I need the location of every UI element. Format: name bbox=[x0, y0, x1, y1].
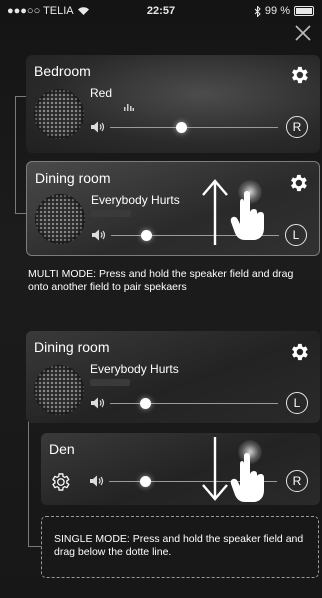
volume-slider-track[interactable] bbox=[110, 127, 278, 128]
channel-badge: R bbox=[286, 470, 308, 492]
pair-connector-bottom bbox=[15, 213, 26, 214]
room-name: Dining room bbox=[34, 339, 110, 355]
speaker-pairing-screen: ●●●○○ TELIA 22:57 99 % Bedroom Red R Din… bbox=[0, 0, 322, 598]
channel-badge: L bbox=[286, 392, 308, 414]
close-icon[interactable] bbox=[294, 24, 312, 42]
drop-zone[interactable]: SINGLE MODE: Press and hold the speaker … bbox=[41, 516, 319, 578]
speaker-grill bbox=[34, 365, 84, 415]
room-name: Bedroom bbox=[34, 63, 91, 79]
volume-slider-knob[interactable] bbox=[140, 476, 151, 487]
speaker-card-den[interactable]: Den R bbox=[41, 433, 320, 505]
hand-pointer-icon bbox=[230, 453, 264, 502]
arrow-up-icon bbox=[202, 179, 228, 245]
speaker-card-dining-room-dragging[interactable]: Dining room Everybody Hurts L bbox=[26, 161, 320, 256]
speaker-grill bbox=[34, 89, 84, 139]
battery-icon bbox=[294, 6, 314, 16]
volume-icon bbox=[91, 121, 105, 133]
speaker-card-dining-room[interactable]: Dining room Everybody Hurts L bbox=[26, 331, 320, 423]
multi-mode-instruction: MULTI MODE: Press and hold the speaker f… bbox=[28, 268, 294, 293]
single-connector-line bbox=[28, 416, 29, 546]
volume-icon bbox=[92, 229, 106, 241]
track-title: Red bbox=[90, 86, 113, 100]
channel-badge: R bbox=[286, 116, 308, 138]
single-connector-bottom bbox=[28, 546, 41, 547]
speaker-card-bedroom[interactable]: Bedroom Red R bbox=[26, 55, 320, 153]
gear-icon[interactable] bbox=[288, 64, 310, 86]
gear-icon[interactable] bbox=[287, 172, 309, 194]
room-name: Dining room bbox=[35, 170, 111, 186]
arrow-down-icon bbox=[202, 437, 228, 501]
speaker-grill bbox=[35, 194, 85, 244]
status-bar: ●●●○○ TELIA 22:57 99 % bbox=[0, 0, 322, 20]
gear-icon[interactable] bbox=[288, 341, 310, 363]
pair-connector-top bbox=[15, 96, 26, 97]
artist-placeholder bbox=[90, 379, 130, 386]
status-right: 99 % bbox=[254, 5, 314, 17]
volume-icon bbox=[90, 475, 104, 487]
settings-outline-icon[interactable] bbox=[49, 471, 71, 493]
artist-placeholder bbox=[91, 210, 131, 217]
pair-connector-line bbox=[15, 96, 16, 213]
bluetooth-icon bbox=[254, 5, 261, 17]
room-name: Den bbox=[49, 441, 75, 457]
track-title: Everybody Hurts bbox=[90, 362, 179, 376]
volume-slider-knob[interactable] bbox=[140, 398, 151, 409]
volume-icon bbox=[91, 397, 105, 409]
track-title: Everybody Hurts bbox=[91, 193, 180, 207]
audio-level-icon bbox=[124, 104, 134, 111]
single-mode-instruction: SINGLE MODE: Press and hold the speaker … bbox=[54, 533, 304, 558]
channel-badge: L bbox=[285, 224, 307, 246]
battery-label: 99 % bbox=[264, 5, 290, 17]
volume-slider-knob[interactable] bbox=[176, 122, 187, 133]
volume-slider-knob[interactable] bbox=[141, 230, 152, 241]
hand-pointer-icon bbox=[230, 191, 264, 240]
volume-slider-track[interactable] bbox=[110, 403, 278, 404]
